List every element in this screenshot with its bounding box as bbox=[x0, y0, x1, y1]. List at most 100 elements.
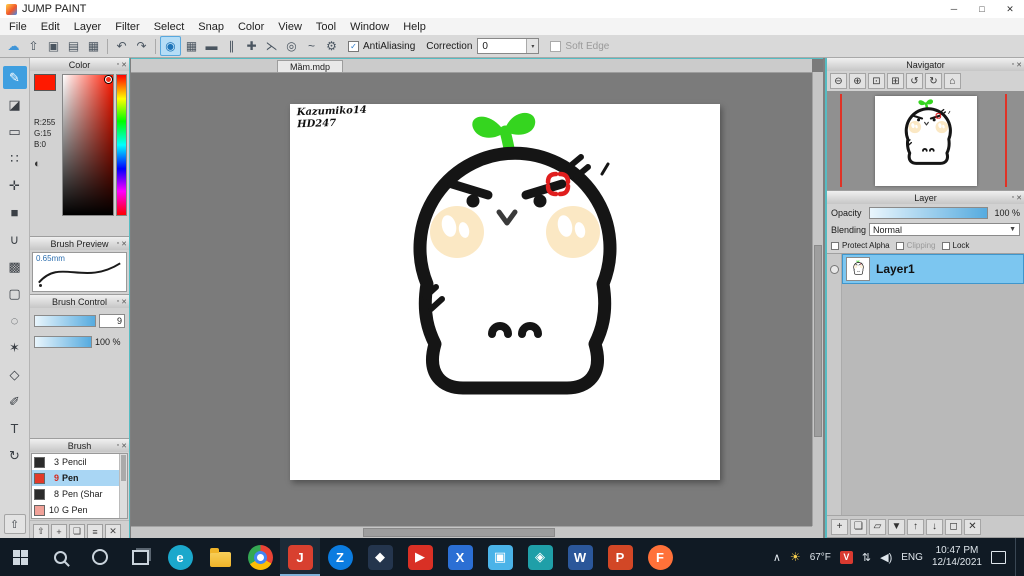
brush-tool[interactable]: ✎ bbox=[2, 66, 27, 89]
taskbar-app-zalo[interactable]: Z bbox=[320, 538, 360, 576]
curve-snap-icon[interactable]: ~ bbox=[302, 37, 321, 55]
hidden-icons-chevron[interactable]: ∧ bbox=[773, 551, 781, 564]
menu-help[interactable]: Help bbox=[396, 21, 433, 33]
layer-visibility-toggle[interactable] bbox=[829, 265, 839, 274]
move-tool[interactable]: ✛ bbox=[3, 174, 27, 197]
menu-snap[interactable]: Snap bbox=[191, 21, 231, 33]
close-button[interactable]: ✕ bbox=[996, 0, 1024, 18]
network-icon[interactable]: ⇅ bbox=[862, 551, 871, 564]
menu-select[interactable]: Select bbox=[147, 21, 192, 33]
brush-mode-icon[interactable]: ◉ bbox=[160, 36, 181, 56]
taskbar-app-file-explorer[interactable] bbox=[200, 538, 240, 576]
brush-size-slider[interactable] bbox=[34, 315, 96, 327]
language-indicator[interactable]: ENG bbox=[901, 552, 923, 563]
panel-close-icon[interactable]: ✕ bbox=[1016, 61, 1022, 69]
panel-close-icon[interactable]: ✕ bbox=[1016, 194, 1022, 202]
duplicate-layer-icon[interactable]: ❏ bbox=[850, 518, 867, 535]
protect-alpha-checkbox[interactable] bbox=[831, 241, 839, 250]
eraser-tool[interactable]: ◪ bbox=[3, 93, 27, 116]
clipping-checkbox[interactable] bbox=[895, 241, 904, 250]
delete-layer-icon[interactable]: ✕ bbox=[964, 518, 981, 535]
panel-collapse-icon[interactable]: ▫ bbox=[117, 442, 119, 449]
actual-size-icon[interactable]: ⊞ bbox=[887, 73, 904, 89]
menu-view[interactable]: View bbox=[271, 21, 309, 33]
antialiasing-checkbox[interactable]: ✓ bbox=[348, 40, 359, 52]
blending-select[interactable]: Normal ▼ bbox=[869, 223, 1020, 236]
hand-rotate-tool[interactable]: ↻ bbox=[3, 444, 27, 467]
maximize-button[interactable]: □ bbox=[968, 0, 996, 18]
taskbar-app-x[interactable]: X bbox=[440, 538, 480, 576]
text-tool[interactable]: T bbox=[3, 417, 27, 440]
move-layer-up-icon[interactable]: ↑ bbox=[907, 518, 924, 535]
panel-collapse-icon[interactable]: ▫ bbox=[117, 61, 119, 68]
panel-close-icon[interactable]: ✕ bbox=[121, 61, 127, 69]
menu-tool[interactable]: Tool bbox=[309, 21, 343, 33]
panel-toggle-icon[interactable]: ⇧ bbox=[3, 514, 26, 534]
zoom-in-icon[interactable]: ⊕ bbox=[849, 73, 866, 89]
snap-off-icon[interactable]: ▬ bbox=[202, 37, 221, 55]
taskbar-app-dark[interactable]: ◆ bbox=[360, 538, 400, 576]
weather-temperature[interactable]: 67°F bbox=[810, 552, 831, 563]
taskbar-app-teal[interactable]: ◈ bbox=[520, 538, 560, 576]
horizontal-scrollbar[interactable] bbox=[131, 526, 812, 538]
clock[interactable]: 10:47 PM 12/14/2021 bbox=[932, 545, 982, 569]
add-layer-icon[interactable]: + bbox=[831, 518, 848, 535]
panel-collapse-icon[interactable]: ▫ bbox=[1012, 194, 1014, 201]
foreground-color-swatch[interactable] bbox=[34, 74, 56, 91]
cloud-save-icon[interactable]: ☁ bbox=[4, 37, 23, 55]
hue-slider[interactable] bbox=[116, 74, 127, 216]
rotate-right-icon[interactable]: ↻ bbox=[925, 73, 942, 89]
scrollbar-thumb[interactable] bbox=[362, 528, 556, 537]
magic-wand-tool[interactable]: ✶ bbox=[3, 336, 27, 359]
panel-close-icon[interactable]: ✕ bbox=[121, 240, 127, 248]
redo-button[interactable]: ↷ bbox=[132, 37, 151, 55]
parallel-snap-icon[interactable]: ∥ bbox=[222, 37, 241, 55]
taskbar-app-chrome[interactable] bbox=[240, 538, 280, 576]
taskbar-app-photos[interactable]: ▣ bbox=[480, 538, 520, 576]
taskbar-app-firefox[interactable]: F bbox=[640, 538, 680, 576]
brush-list-scrollbar[interactable] bbox=[119, 454, 127, 518]
panel-collapse-icon[interactable]: ▫ bbox=[117, 240, 119, 247]
brush-item-pencil[interactable]: 3 Pencil bbox=[32, 454, 127, 470]
correction-input[interactable]: 0 ▾ bbox=[477, 38, 540, 54]
brush-item-pen-sharp[interactable]: 8 Pen (Shar bbox=[32, 486, 127, 502]
polygon-select-tool[interactable]: ◇ bbox=[3, 363, 27, 386]
pattern-tool[interactable]: ∷ bbox=[3, 147, 27, 170]
minimize-button[interactable]: ─ bbox=[940, 0, 968, 18]
canvas[interactable]: Kazumiko14 HD247 bbox=[290, 104, 720, 480]
v-app-tray-icon[interactable]: V bbox=[839, 550, 853, 564]
fill-rect-tool[interactable]: ■ bbox=[3, 201, 27, 224]
menu-window[interactable]: Window bbox=[343, 21, 396, 33]
save-image-icon[interactable]: ▤ bbox=[64, 37, 83, 55]
scrollbar-thumb[interactable] bbox=[121, 455, 126, 481]
select-pen-tool[interactable]: ✐ bbox=[3, 390, 27, 413]
grid-snap-icon[interactable]: ▦ bbox=[182, 37, 201, 55]
taskbar-app-edge[interactable]: e bbox=[160, 538, 200, 576]
navigator-thumbnail[interactable] bbox=[874, 95, 977, 186]
menu-edit[interactable]: Edit bbox=[34, 21, 67, 33]
lock-checkbox[interactable] bbox=[941, 241, 950, 250]
export-icon[interactable]: ⇧ bbox=[24, 37, 43, 55]
undo-button[interactable]: ↶ bbox=[112, 37, 131, 55]
concentric-snap-icon[interactable]: ◎ bbox=[282, 37, 301, 55]
zoom-out-icon[interactable]: ⊖ bbox=[830, 73, 847, 89]
taskbar-app-jump-paint[interactable]: J bbox=[280, 538, 320, 576]
taskbar-app-powerpoint[interactable]: P bbox=[600, 538, 640, 576]
task-view-button[interactable] bbox=[120, 538, 160, 576]
move-layer-down-icon[interactable]: ↓ bbox=[926, 518, 943, 535]
merge-down-icon[interactable]: ▼ bbox=[888, 518, 905, 535]
vertical-scrollbar[interactable] bbox=[812, 72, 823, 526]
panel-collapse-icon[interactable]: ▫ bbox=[117, 298, 119, 305]
rotate-left-icon[interactable]: ↺ bbox=[906, 73, 923, 89]
brush-item-g-pen[interactable]: 10 G Pen bbox=[32, 502, 127, 518]
layer-item[interactable]: Layer1 bbox=[842, 254, 1024, 284]
scrollbar-thumb[interactable] bbox=[814, 244, 822, 438]
vanishing-point-snap-icon[interactable]: ⋋ bbox=[262, 37, 281, 55]
speaker-icon[interactable]: ◀) bbox=[880, 551, 892, 564]
panel-close-icon[interactable]: ✕ bbox=[121, 442, 127, 450]
show-desktop-button[interactable] bbox=[1015, 538, 1020, 576]
saturation-value-picker[interactable] bbox=[62, 74, 114, 216]
crisscross-snap-icon[interactable]: ✚ bbox=[242, 37, 261, 55]
panel-close-icon[interactable]: ✕ bbox=[121, 298, 127, 306]
panel-collapse-icon[interactable]: ▫ bbox=[1012, 61, 1014, 68]
